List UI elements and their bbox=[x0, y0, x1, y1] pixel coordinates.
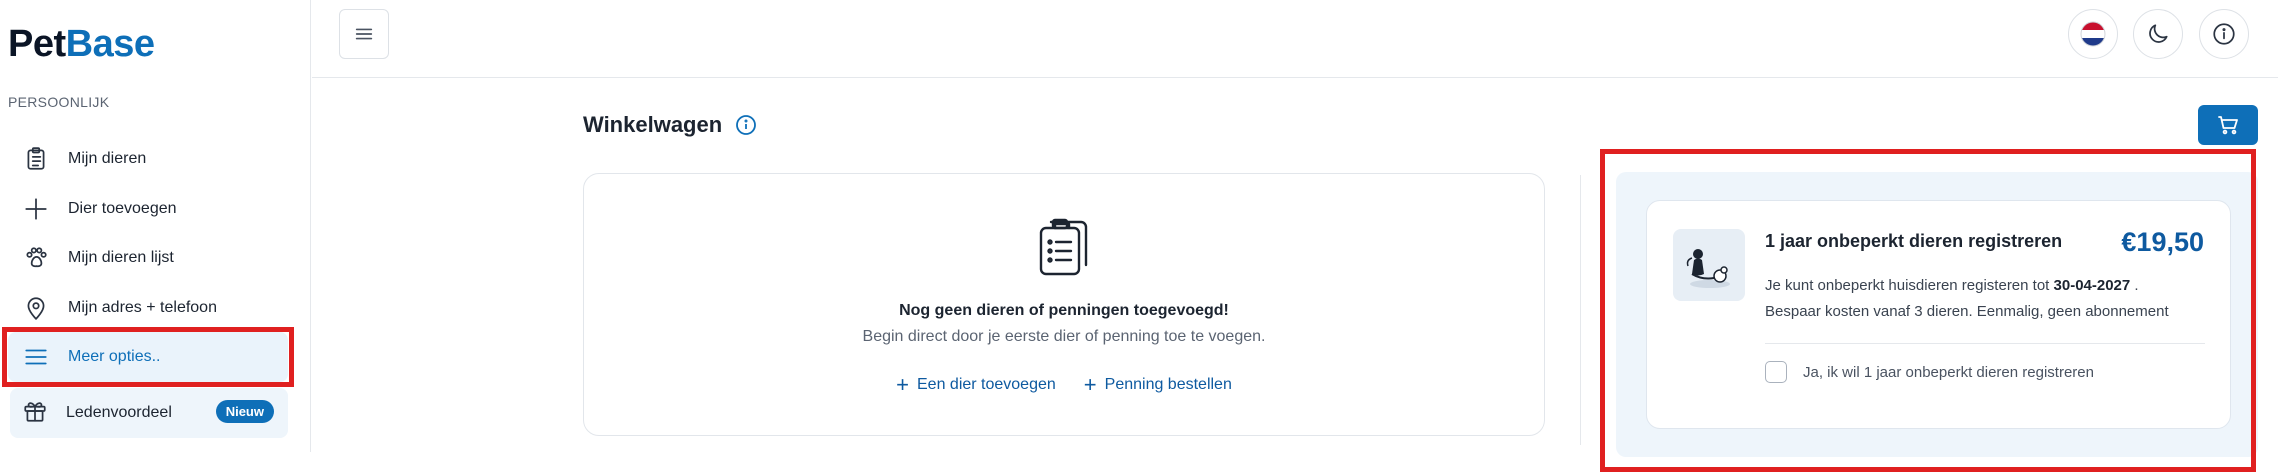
cart-icon bbox=[2216, 113, 2240, 137]
new-badge: Nieuw bbox=[215, 400, 274, 423]
page-title: Winkelwagen bbox=[583, 112, 758, 138]
highlight-box-offer bbox=[1600, 149, 2256, 472]
moon-icon bbox=[2145, 21, 2171, 47]
top-bar bbox=[312, 0, 2278, 78]
empty-cart-card: Nog geen dieren of penningen toegevoegd!… bbox=[583, 173, 1545, 436]
logo-text-base: Base bbox=[65, 22, 155, 65]
sidebar-item-label: Dier toevoegen bbox=[68, 200, 177, 217]
plus-icon: + bbox=[896, 372, 909, 397]
info-icon bbox=[2211, 21, 2237, 47]
sidebar-item-mijn-dieren[interactable]: Mijn dieren bbox=[8, 134, 288, 184]
sidebar-item-mijn-dieren-lijst[interactable]: Mijn dieren lijst bbox=[8, 233, 288, 283]
sidebar-item-label: Ledenvoordeel bbox=[66, 404, 172, 421]
order-tag-link[interactable]: + Penning bestellen bbox=[1083, 372, 1232, 397]
clipboard-list-icon bbox=[1031, 212, 1101, 282]
logo[interactable]: Pet Base bbox=[8, 22, 155, 66]
hamburger-icon bbox=[353, 23, 375, 45]
highlight-box-meer-opties bbox=[2, 327, 294, 387]
plus-icon: + bbox=[1083, 372, 1097, 397]
menu-toggle-button[interactable] bbox=[339, 9, 389, 59]
divider bbox=[1580, 175, 1581, 445]
sidebar: Pet Base PERSOONLIJK Mijn dieren Dier toe… bbox=[0, 0, 311, 452]
sidebar-item-label: Mijn dieren bbox=[68, 150, 147, 167]
sidebar-item-ledenvoordeel[interactable]: Ledenvoordeel Nieuw bbox=[10, 388, 288, 438]
paw-icon bbox=[22, 244, 50, 272]
language-button[interactable] bbox=[2068, 9, 2118, 59]
sidebar-item-dier-toevoegen[interactable]: Dier toevoegen bbox=[8, 184, 288, 234]
app-root: Pet Base PERSOONLIJK Mijn dieren Dier toe… bbox=[0, 0, 2278, 472]
order-tag-label: Penning bestellen bbox=[1104, 376, 1232, 393]
page-title-text: Winkelwagen bbox=[583, 112, 723, 137]
empty-state-title: Nog geen dieren of penningen toegevoegd! bbox=[899, 302, 1229, 319]
info-button[interactable] bbox=[2199, 9, 2249, 59]
theme-toggle-button[interactable] bbox=[2133, 9, 2183, 59]
info-icon[interactable] bbox=[734, 113, 758, 137]
gift-icon bbox=[22, 398, 48, 429]
empty-state-actions: + Een dier toevoegen + Penning bestellen bbox=[584, 372, 1544, 397]
cart-button[interactable] bbox=[2198, 105, 2258, 145]
clipboard-list-icon bbox=[22, 145, 50, 173]
logo-text-pet: Pet bbox=[8, 22, 66, 65]
plus-icon bbox=[22, 195, 50, 223]
sidebar-item-mijn-adres[interactable]: Mijn adres + telefoon bbox=[8, 283, 288, 333]
add-animal-label: Een dier toevoegen bbox=[917, 376, 1056, 393]
sidebar-section-label: PERSOONLIJK bbox=[8, 94, 110, 110]
location-pin-icon bbox=[22, 294, 50, 322]
netherlands-flag-icon bbox=[2080, 21, 2106, 47]
sidebar-item-label: Mijn adres + telefoon bbox=[68, 299, 217, 316]
empty-state-subtitle: Begin direct door je eerste dier of penn… bbox=[862, 328, 1266, 345]
add-animal-link[interactable]: + Een dier toevoegen bbox=[896, 372, 1056, 397]
sidebar-item-label: Mijn dieren lijst bbox=[68, 249, 174, 266]
